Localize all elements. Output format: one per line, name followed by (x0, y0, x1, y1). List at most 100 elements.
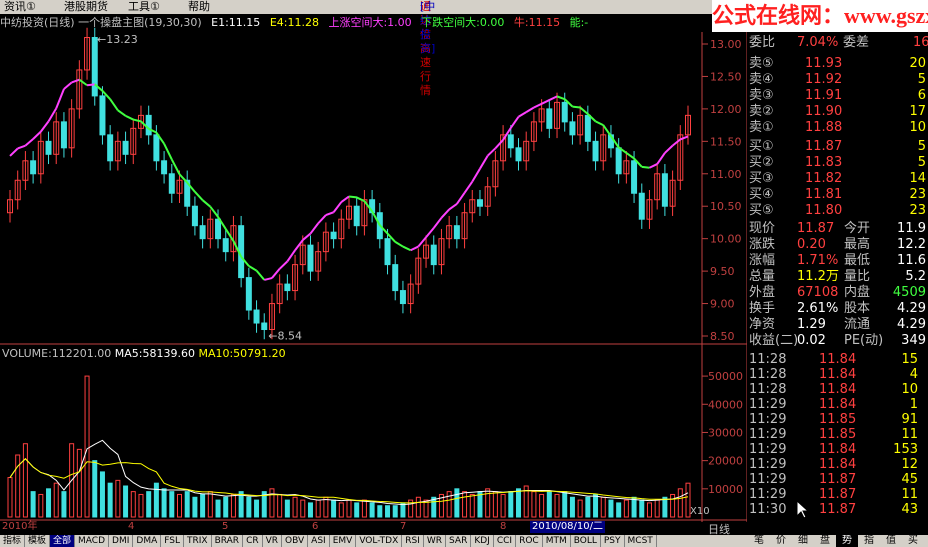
stat-row: 涨跌 0.20 最高 12.2 (747, 236, 928, 253)
volume-bar (539, 493, 545, 518)
trend-line-segment (178, 173, 188, 184)
menu-item-info[interactable]: 资讯① (4, 0, 36, 14)
month-label-7: 7 (400, 521, 407, 532)
indicator-tab[interactable]: 全部 (50, 535, 76, 547)
trend-line-segment (40, 120, 50, 133)
price-tick-label: 13.00 (710, 38, 742, 51)
detail-tab[interactable]: 买 (902, 535, 924, 547)
indicator-tab[interactable]: SAR (446, 535, 472, 547)
stat-label: 换手 (749, 301, 776, 316)
candle-body (45, 140, 52, 155)
indicator-tab[interactable]: EMV (330, 535, 357, 547)
indicator-tab[interactable]: KDJ (471, 535, 494, 547)
trend-line-segment (671, 138, 681, 147)
volume-bar (184, 491, 190, 518)
volume-bar (38, 493, 44, 518)
indicator-tab[interactable]: BOLL (571, 535, 601, 547)
candle-body (631, 160, 638, 194)
mouse-pointer-icon (796, 500, 810, 519)
month-label-8: 8 (500, 521, 507, 532)
detail-tab[interactable]: 盘 (814, 535, 836, 547)
indicator-tab[interactable]: FSL (161, 535, 184, 547)
trend-line-segment (255, 270, 266, 281)
indicator-tab[interactable]: DMA (133, 535, 162, 547)
candle-body (107, 134, 114, 162)
sell-row: 卖① 11.88 10 (747, 119, 928, 136)
menu-item-tools[interactable]: 工具① (128, 0, 160, 14)
volume-bar (462, 491, 468, 518)
price-chart-area[interactable]: 13.00 12.50 12.00 11.50 11.00 10.50 10.00 9.50 9… (0, 14, 747, 522)
stat-value: 2.61% (797, 301, 839, 316)
indicator-tab[interactable]: 模板 (25, 535, 51, 547)
indicator-tab[interactable]: PSY (601, 535, 625, 547)
detail-tab[interactable]: 笔 (748, 535, 770, 547)
indicator-tab[interactable]: ASI (308, 535, 330, 547)
indicator-tab[interactable]: VR (263, 535, 283, 547)
sell-volume: 10 (909, 120, 926, 135)
detail-tab[interactable]: 值 (880, 535, 902, 547)
candle-body (430, 244, 437, 266)
trend-line-segment (201, 199, 211, 208)
trend-line-segment (494, 139, 504, 149)
buy-label: 买⑤ (749, 203, 774, 218)
stat-label: 净资 (749, 317, 776, 332)
indicator-tab[interactable]: MTM (543, 535, 571, 547)
buy-volume: 23 (909, 187, 926, 202)
detail-tab[interactable]: 指 (858, 535, 880, 547)
price-tick-label: 8.50 (710, 330, 735, 343)
indicator-tab[interactable]: VOL-TDX (356, 535, 403, 547)
volume-tick-label: 50000 (708, 370, 743, 383)
detail-tab[interactable]: 价 (770, 535, 792, 547)
stat-label-2: 内盘 (844, 285, 871, 300)
volume-bar (269, 488, 275, 518)
indicator-tab[interactable]: DMI (109, 535, 134, 547)
trend-line-segment (440, 208, 450, 219)
trend-line-segment (209, 206, 219, 218)
trend-line-segment (340, 195, 350, 203)
price-tick-label: 12.00 (710, 103, 742, 116)
trend-line-segment (410, 245, 419, 252)
buy-volume: 5 (917, 155, 926, 170)
stat-row: 换手 2.61% 股本 4.29 (747, 300, 928, 317)
indicator-tab[interactable]: CCI (494, 535, 517, 547)
volume-bar (354, 502, 360, 518)
indicator-tab[interactable]: 指标 (0, 535, 26, 547)
indicator-tab[interactable]: BRAR (212, 535, 244, 547)
detail-tab[interactable]: 细 (792, 535, 814, 547)
trend-line-segment (264, 277, 273, 281)
trend-line-segment (509, 116, 520, 129)
indicator-tab[interactable]: CR (243, 535, 263, 547)
order-ratio-row: 委比 7.04% 委差 16 (747, 34, 928, 51)
indicator-tab[interactable]: WR (424, 535, 447, 547)
volume-bar (508, 491, 514, 518)
volume-bar (277, 493, 283, 518)
trend-line-segment (332, 201, 343, 213)
stat-value-2: 4509 (892, 285, 926, 300)
buy-volume: 14 (909, 171, 926, 186)
volume-bar (331, 499, 337, 518)
indicator-tab[interactable]: RSI (402, 535, 424, 547)
indicator-tab[interactable]: ROC (516, 535, 543, 547)
buy-price: 11.82 (805, 171, 843, 186)
menu-item-futures[interactable]: 港股期货 (64, 0, 108, 14)
candle-body (222, 238, 229, 253)
indicator-tab[interactable]: MACD (75, 535, 110, 547)
volume-bar (61, 491, 67, 518)
trend-line-segment (86, 83, 95, 87)
indicator-tab[interactable]: OBV (282, 535, 309, 547)
volume-bar (215, 499, 221, 518)
indicator-tab[interactable]: MCST (625, 535, 657, 547)
indicator-tab[interactable]: TRIX (184, 535, 212, 547)
volume-bar (254, 499, 260, 518)
menu-item-help[interactable]: 帮助 (188, 0, 210, 14)
trend-line-segment (125, 114, 134, 121)
sell-label: 卖① (749, 120, 774, 135)
candle-body (592, 140, 599, 162)
sell-label: 卖③ (749, 88, 774, 103)
candle-body (245, 277, 252, 311)
detail-tab[interactable]: 势 (836, 535, 858, 547)
volume-bar (130, 491, 136, 518)
sell-row: 卖⑤ 11.93 20 (747, 55, 928, 72)
trend-line-segment (579, 106, 589, 115)
volume-bar (593, 493, 599, 518)
